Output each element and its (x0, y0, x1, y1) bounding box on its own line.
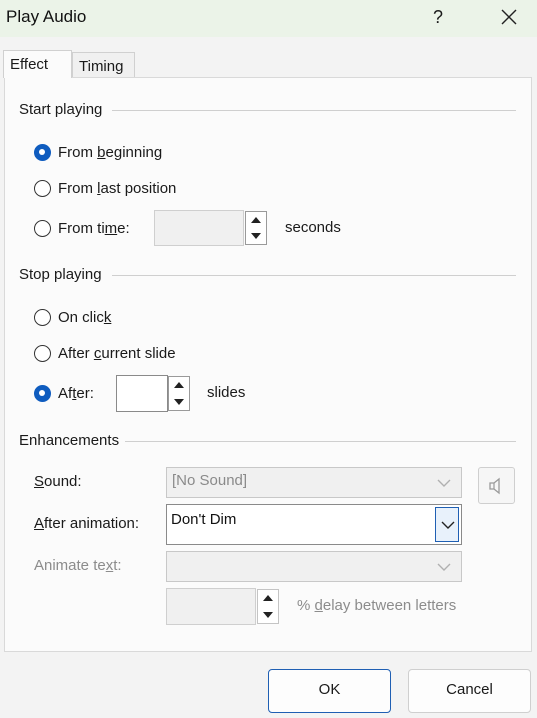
slides-spin-up[interactable] (169, 377, 189, 394)
arrow-up-icon (174, 382, 184, 388)
delay-input[interactable] (166, 588, 256, 625)
window-title: Play Audio (6, 7, 87, 26)
time-spin-down[interactable] (246, 228, 266, 244)
speaker-icon (489, 477, 500, 495)
radio-from-time[interactable] (34, 220, 51, 237)
after-animation-label: After animation: (34, 515, 140, 532)
slides-spin-down[interactable] (169, 394, 189, 411)
animate-text-select[interactable] (166, 551, 462, 582)
delay-spin-down[interactable] (258, 607, 278, 624)
chevron-down-icon (437, 479, 451, 487)
group-divider (112, 275, 516, 276)
sound-select[interactable]: [No Sound] (166, 467, 462, 498)
time-spinner[interactable] (245, 211, 267, 245)
radio-after-slides[interactable] (34, 385, 51, 402)
help-button[interactable]: ? (427, 4, 449, 30)
delay-label: % delay between letters (297, 597, 457, 614)
chevron-down-icon (441, 521, 455, 529)
seconds-label: seconds (285, 219, 341, 236)
radio-from-beginning-label[interactable]: From beginning (58, 144, 162, 161)
after-animation-value: Don't Dim (171, 511, 237, 528)
radio-from-time-label[interactable]: From time: (58, 220, 130, 237)
arrow-up-icon (251, 217, 261, 223)
sound-label: Sound: (34, 473, 82, 490)
arrow-down-icon (174, 398, 184, 405)
animate-text-label: Animate text: (34, 557, 122, 574)
radio-after-slides-label[interactable]: After: (58, 385, 94, 402)
ok-button[interactable]: OK (268, 669, 391, 713)
delay-spinner[interactable] (257, 589, 279, 624)
radio-after-current-slide[interactable] (34, 345, 51, 362)
time-spin-up[interactable] (246, 212, 266, 228)
radio-on-click-label[interactable]: On click (58, 309, 111, 326)
radio-from-last-position-label[interactable]: From last position (58, 180, 176, 197)
group-divider (112, 110, 516, 111)
radio-on-click[interactable] (34, 309, 51, 326)
slides-spinner[interactable] (168, 376, 190, 411)
after-animation-select[interactable]: Don't Dim (166, 504, 462, 545)
slides-label: slides (207, 384, 246, 401)
tab-effect[interactable]: Effect (3, 50, 72, 78)
time-input[interactable] (154, 210, 244, 246)
close-button[interactable] (496, 4, 522, 30)
arrow-down-icon (263, 611, 273, 618)
sound-select-value: [No Sound] (172, 472, 248, 489)
chevron-down-icon (437, 563, 451, 571)
radio-after-current-slide-label[interactable]: After current slide (58, 345, 176, 362)
radio-from-beginning[interactable] (34, 144, 51, 161)
close-icon (501, 9, 517, 25)
sound-preview-button[interactable] (478, 467, 515, 504)
start-playing-heading: Start playing (19, 101, 103, 118)
cancel-button[interactable]: Cancel (408, 669, 531, 713)
enhancements-heading: Enhancements (19, 432, 120, 449)
slides-input[interactable] (116, 375, 168, 412)
arrow-down-icon (251, 233, 261, 239)
tab-timing[interactable]: Timing (72, 52, 135, 78)
stop-playing-heading: Stop playing (19, 266, 102, 283)
radio-from-last-position[interactable] (34, 180, 51, 197)
group-divider (125, 441, 516, 442)
delay-spin-up[interactable] (258, 590, 278, 607)
arrow-up-icon (263, 595, 273, 601)
after-animation-dropdown-button[interactable] (435, 507, 459, 542)
